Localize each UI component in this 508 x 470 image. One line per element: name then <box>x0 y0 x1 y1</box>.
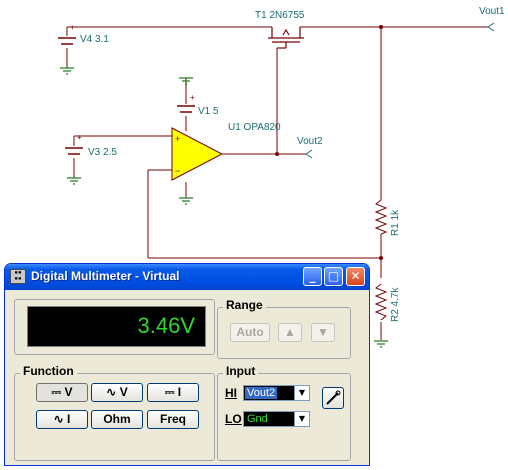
multimeter-icon[interactable]: ▪▪ ▪▪ <box>10 269 26 284</box>
svg-text:+: + <box>175 134 180 144</box>
auto-range-button[interactable]: Auto <box>230 323 270 342</box>
freq-button[interactable]: Freq <box>147 410 199 429</box>
range-down-button[interactable]: ▼ <box>311 323 335 342</box>
v3-label: V3 2.5 <box>88 147 117 158</box>
ohm-button[interactable]: Ohm <box>91 410 143 429</box>
svg-text:+: + <box>77 133 82 142</box>
input-legend: Input <box>223 364 259 378</box>
dc-amps-button[interactable]: ⎓ I <box>147 383 199 402</box>
multimeter-window: ▪▪ ▪▪ Digital Multimeter - Virtual _ □ ✕ … <box>4 263 370 466</box>
svg-text:−: − <box>175 166 180 176</box>
dc-icon: ⎓ <box>164 385 175 399</box>
triangle-down-icon: ▼ <box>317 325 329 339</box>
dc-volts-button[interactable]: ⎓ V <box>36 383 88 402</box>
chevron-down-icon[interactable]: ▼ <box>294 412 309 426</box>
t1-label: T1 2N6755 <box>255 10 305 21</box>
minimize-button[interactable]: _ <box>303 267 322 286</box>
lo-select[interactable]: Gnd ▼ <box>243 411 310 427</box>
maximize-icon: □ <box>327 269 340 283</box>
svg-text:+: + <box>190 93 195 102</box>
close-button[interactable]: ✕ <box>346 267 365 286</box>
ac-amps-button[interactable]: ∿ I <box>36 410 88 429</box>
svg-text:+: + <box>70 23 75 32</box>
r1-label: R1 1k <box>390 209 401 236</box>
r2-label: R2 4.7k <box>390 287 401 322</box>
range-up-button[interactable]: ▲ <box>278 323 302 342</box>
reading-display: 3.46V <box>27 306 206 347</box>
u1-label: U1 OPA820 <box>228 122 281 133</box>
vout1-label: Vout1 <box>479 6 505 17</box>
function-legend: Function <box>20 364 77 378</box>
reading-value: 3.46V <box>137 313 196 338</box>
hi-label: HI <box>225 386 237 400</box>
title-bar[interactable]: ▪▪ ▪▪ Digital Multimeter - Virtual _ □ ✕ <box>5 264 369 290</box>
v1-label: V1 5 <box>198 106 219 117</box>
ac-volts-button[interactable]: ∿ V <box>91 383 143 402</box>
ac-icon: ∿ <box>53 412 64 426</box>
hi-select-value: Vout2 <box>245 387 278 399</box>
vout2-label: Vout2 <box>297 136 323 147</box>
close-icon: ✕ <box>350 269 361 283</box>
ac-icon: ∿ <box>106 385 117 399</box>
lo-label: LO <box>225 412 242 426</box>
range-legend: Range <box>223 298 266 312</box>
triangle-up-icon: ▲ <box>284 325 296 339</box>
v4-label: V4 3.1 <box>80 34 109 45</box>
window-title: Digital Multimeter - Virtual <box>31 269 180 283</box>
hi-select[interactable]: Vout2 ▼ <box>243 385 310 401</box>
dc-icon: ⎓ <box>51 385 62 399</box>
maximize-button[interactable]: □ <box>324 267 343 286</box>
lo-select-value: Gnd <box>247 413 268 425</box>
minimize-icon: _ <box>309 269 316 283</box>
probe-button[interactable] <box>322 387 344 409</box>
chevron-down-icon[interactable]: ▼ <box>294 386 309 400</box>
probe-icon <box>326 390 341 405</box>
